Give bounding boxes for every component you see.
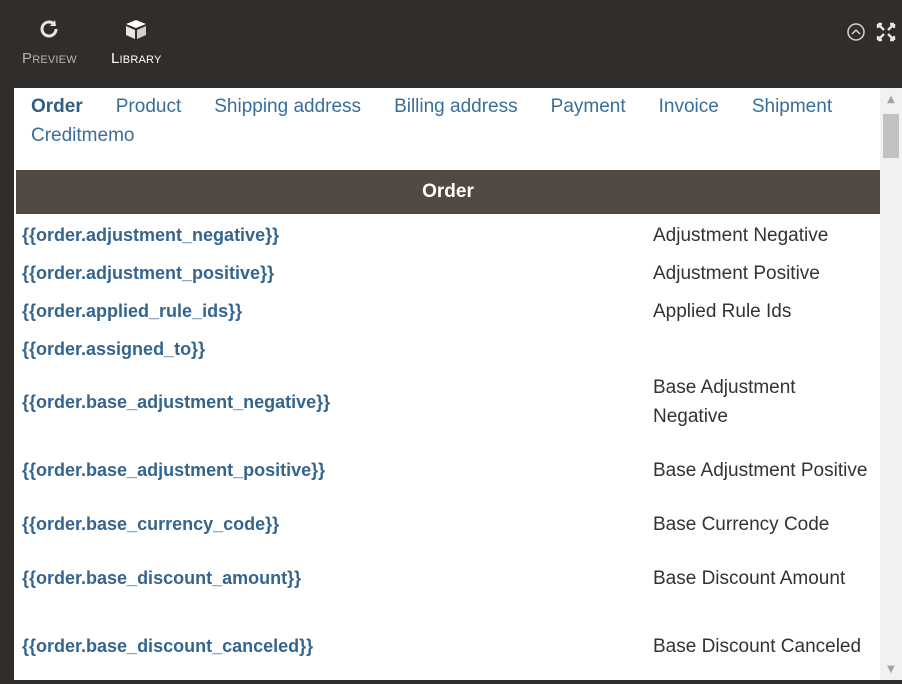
variable-tabs: Order Product Shipping address Billing addr… [14,88,880,170]
tab-billing-address[interactable]: Billing address [394,92,518,121]
variable-code[interactable]: {{order.adjustment_positive}} [14,263,653,284]
refresh-icon [38,18,60,44]
variable-description: Adjustment Positive [653,262,820,284]
tab-shipping-address[interactable]: Shipping address [214,92,361,121]
library-label: Library [111,50,162,67]
tab-shipment[interactable]: Shipment [752,92,832,121]
variable-description: Base Currency Code [653,513,830,535]
vertical-scrollbar[interactable]: ▲ ▼ [880,88,902,680]
table-row[interactable]: {{order.assigned_to}} [14,330,880,368]
tab-creditmemo[interactable]: Creditmemo [31,121,134,150]
tab-payment[interactable]: Payment [551,92,626,121]
variable-description: Base Discount Amount [653,567,846,589]
variable-code[interactable]: {{order.base_discount_amount}} [14,568,653,589]
collapse-icon[interactable] [846,22,866,46]
variable-code[interactable]: {{order.adjustment_negative}} [14,225,653,246]
variable-code[interactable]: {{order.base_adjustment_negative}} [14,392,653,413]
variable-description: Adjustment Negative [653,224,829,246]
variable-code[interactable]: {{order.base_discount_canceled}} [14,636,653,657]
variable-code[interactable]: {{order.base_currency_code}} [14,514,653,535]
variable-list: {{order.adjustment_negative}} Adjustment… [14,216,880,680]
variable-description: Base Discount Canceled [653,635,862,657]
variable-description: Base Adjustment Positive [653,459,868,481]
box-icon [124,18,148,44]
table-row[interactable]: {{order.adjustment_positive}} Adjustment… [14,254,880,292]
table-row[interactable]: {{order.base_currency_code}} Base Curren… [14,504,880,544]
scroll-down-icon[interactable]: ▼ [880,660,902,678]
tab-order[interactable]: Order [31,92,83,121]
tab-invoice[interactable]: Invoice [659,92,719,121]
variable-code[interactable]: {{order.assigned_to}} [14,339,653,360]
tab-product[interactable]: Product [116,92,181,121]
preview-button[interactable]: Preview [22,18,77,67]
editor-toolbar: Preview Library [0,0,902,88]
section-header: Order [16,170,880,214]
preview-label: Preview [22,50,77,67]
table-row[interactable]: {{order.base_adjustment_negative}} Base … [14,368,880,436]
table-row[interactable]: {{order.applied_rule_ids}} Applied Rule … [14,292,880,330]
variable-code[interactable]: {{order.base_adjustment_positive}} [14,460,653,481]
table-row[interactable]: {{order.base_discount_canceled}} Base Di… [14,612,880,680]
table-row[interactable]: {{order.base_discount_amount}} Base Disc… [14,544,880,612]
variable-description: Base Adjustment Negative [653,377,796,427]
fullscreen-icon[interactable] [876,22,896,46]
table-row[interactable]: {{order.base_adjustment_positive}} Base … [14,436,880,504]
variable-description: Applied Rule Ids [653,300,792,322]
scroll-up-icon[interactable]: ▲ [880,90,902,108]
variables-panel: Order Product Shipping address Billing addr… [14,88,902,680]
table-row[interactable]: {{order.adjustment_negative}} Adjustment… [14,216,880,254]
variable-code[interactable]: {{order.applied_rule_ids}} [14,301,653,322]
scrollbar-thumb[interactable] [883,114,899,158]
library-button[interactable]: Library [111,18,162,67]
